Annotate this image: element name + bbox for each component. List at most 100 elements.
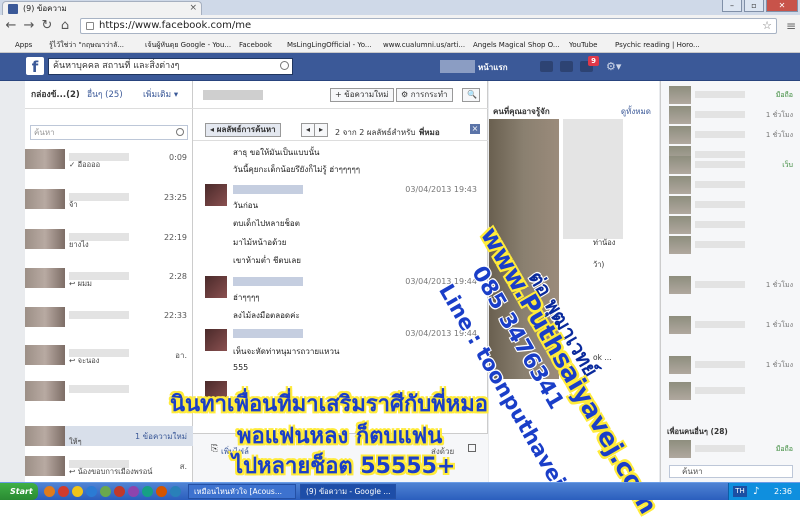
conversation-item[interactable]: 22:33	[25, 307, 193, 327]
conversation-item[interactable]: ↩ ผมม 2:28	[25, 268, 193, 288]
other-tab[interactable]: อื่นๆ (25)	[87, 81, 123, 109]
more-dropdown[interactable]: เพิ่มเติม ▾	[143, 81, 178, 109]
friend-requests-icon[interactable]	[540, 61, 553, 72]
chat-search-input[interactable]: ค้นหา	[669, 465, 793, 478]
app-icon[interactable]	[142, 486, 153, 497]
taskbar-window-button-active[interactable]: (9) ข้อความ - Google ...	[300, 484, 396, 499]
conversation-item[interactable]: ✓ อืออออ 0:09	[25, 149, 193, 169]
minimize-button[interactable]: –	[722, 0, 742, 12]
reload-icon[interactable]: ↻	[40, 19, 54, 33]
avatar	[669, 356, 691, 374]
browser-tab[interactable]: (9) ข้อความ ×	[2, 1, 202, 15]
chat-contact[interactable]: 1 ชั่วโมง	[661, 105, 800, 125]
actions-button[interactable]: ⚙ การกระทำ	[396, 88, 453, 102]
chrome-icon[interactable]	[58, 486, 69, 497]
bookmark-item[interactable]: Facebook	[228, 39, 272, 51]
chat-contact[interactable]: 1 ชั่วโมง	[661, 355, 800, 375]
search-thread-button[interactable]: 🔍	[462, 88, 480, 102]
profile-link[interactable]	[440, 60, 475, 73]
bookmark-label: www.cualumni.us/arti...	[383, 41, 466, 49]
attach-icon[interactable]: ⎘	[211, 444, 218, 454]
facebook-search-input[interactable]: ค้นหาบุคคล สถานที่ และสิ่งต่างๆ	[48, 58, 293, 75]
address-bar[interactable]: https://www.facebook.com/me ☆	[80, 18, 777, 34]
conversation-item[interactable]	[25, 381, 193, 401]
bookmark-item[interactable]: รู้ไว้ใช่ว่า "กฤษณาว่าลั...	[38, 39, 124, 51]
bookmark-item[interactable]: YouTube	[558, 39, 597, 51]
system-tray: TH ♪ 2:36	[728, 483, 800, 500]
avatar	[25, 268, 65, 288]
next-result-button[interactable]: ▸	[314, 123, 328, 137]
chat-contact[interactable]	[661, 381, 800, 401]
chat-contact[interactable]	[661, 235, 800, 255]
conversation-item-selected[interactable]: ให้ๆ 1 ข้อความใหม่	[25, 426, 193, 446]
conversation-item[interactable]: ยางไง 22:19	[25, 229, 193, 249]
bookmark-item[interactable]: Angels Magical Shop O...	[462, 39, 560, 51]
nav-bar: ← → ↻ ⌂ https://www.facebook.com/me ☆ ≡	[0, 15, 800, 37]
chat-contact[interactable]: มือถือ	[661, 85, 800, 105]
conversation-name	[69, 311, 129, 319]
search-placeholder: ค้นหาบุคคล สถานที่ และสิ่งต่างๆ	[53, 61, 180, 71]
bookmark-star-icon[interactable]: ☆	[762, 19, 772, 33]
chat-contact[interactable]	[661, 215, 800, 235]
close-window-button[interactable]: ✕	[766, 0, 798, 12]
inbox-tab[interactable]: กล่องข้...(2)	[31, 81, 80, 109]
message-date: 03/04/2013 19:44	[405, 277, 477, 286]
contact-name	[695, 91, 745, 98]
back-to-results-button[interactable]: ◂ ผลลัพธ์การค้นหา	[205, 123, 281, 137]
chat-contact[interactable]: 1 ชั่วโมง	[661, 275, 800, 295]
chat-contact[interactable]: 1 ชั่วโมง	[661, 125, 800, 145]
messages-icon[interactable]	[560, 61, 573, 72]
app-icon[interactable]	[170, 486, 181, 497]
chat-contact[interactable]: 1 ชั่วโมง	[661, 315, 800, 335]
app-icon[interactable]	[156, 486, 167, 497]
back-arrow-icon[interactable]: ←	[4, 19, 18, 33]
start-button[interactable]: Start	[0, 483, 38, 500]
bookmark-item[interactable]: MsLingLingOfficial - Yo...	[276, 39, 372, 51]
chrome-menu-icon[interactable]: ≡	[786, 19, 796, 33]
facebook-logo[interactable]: f	[26, 57, 44, 76]
page-icon	[372, 41, 380, 49]
suggested-person-name[interactable]	[563, 119, 623, 239]
firefox-icon[interactable]	[44, 486, 55, 497]
see-all-link[interactable]: ดูทั้งหมด	[621, 105, 651, 118]
close-tab-icon[interactable]: ×	[189, 2, 197, 15]
settings-gear-icon[interactable]: ⚙▾	[606, 60, 621, 73]
bookmark-item[interactable]: เจ้นผู้หันดุย Google - You...	[134, 39, 231, 51]
search-icon[interactable]	[280, 61, 289, 70]
new-message-button[interactable]: + ข้อความใหม่	[330, 88, 394, 102]
conversation-item[interactable]: จ้า 23:25	[25, 189, 193, 209]
app-icon[interactable]	[128, 486, 139, 497]
chat-contact[interactable]: เว็บ	[661, 155, 800, 175]
avatar	[25, 456, 65, 476]
chat-contact[interactable]: มือถือ	[661, 439, 800, 459]
maximize-button[interactable]: ▫	[744, 0, 764, 12]
prev-result-button[interactable]: ◂	[301, 123, 315, 137]
bookmark-item[interactable]: Psychic reading | Horo...	[604, 39, 700, 51]
home-link[interactable]: หน้าแรก	[478, 61, 508, 74]
folder-icon[interactable]	[72, 486, 83, 497]
conversation-time: อา.	[175, 351, 187, 360]
home-icon[interactable]: ⌂	[58, 19, 72, 33]
app-icon[interactable]	[100, 486, 111, 497]
clock: 2:36	[774, 487, 792, 496]
chat-contact[interactable]	[661, 175, 800, 195]
conversation-item[interactable]: ↩ จะนอง อา.	[25, 345, 193, 365]
avatar	[669, 86, 691, 104]
conversation-item[interactable]: ↩ น้องขอบการเมืองพรอน์ ส.	[25, 456, 193, 476]
bookmark-item[interactable]: www.cualumni.us/arti...	[372, 39, 465, 51]
enter-send-checkbox[interactable]	[468, 444, 476, 452]
chat-contact[interactable]	[661, 195, 800, 215]
bookmark-item[interactable]: Apps	[4, 39, 32, 51]
bookmark-label: Apps	[15, 41, 33, 49]
media-icon[interactable]	[114, 486, 125, 497]
suggestion-snippet: ว้า)	[593, 260, 605, 269]
conversation-search-input[interactable]: ค้นหา	[30, 125, 188, 140]
forward-arrow-icon[interactable]: →	[22, 19, 36, 33]
taskbar-window-button[interactable]: เหมือนไหนหัวใจ [Acous...	[188, 484, 296, 499]
volume-icon[interactable]: ♪	[753, 483, 759, 500]
avatar	[669, 196, 691, 214]
search-icon[interactable]	[176, 128, 184, 136]
close-search-icon[interactable]: ×	[470, 124, 480, 134]
ie-icon[interactable]	[86, 486, 97, 497]
language-indicator[interactable]: TH	[733, 486, 747, 497]
